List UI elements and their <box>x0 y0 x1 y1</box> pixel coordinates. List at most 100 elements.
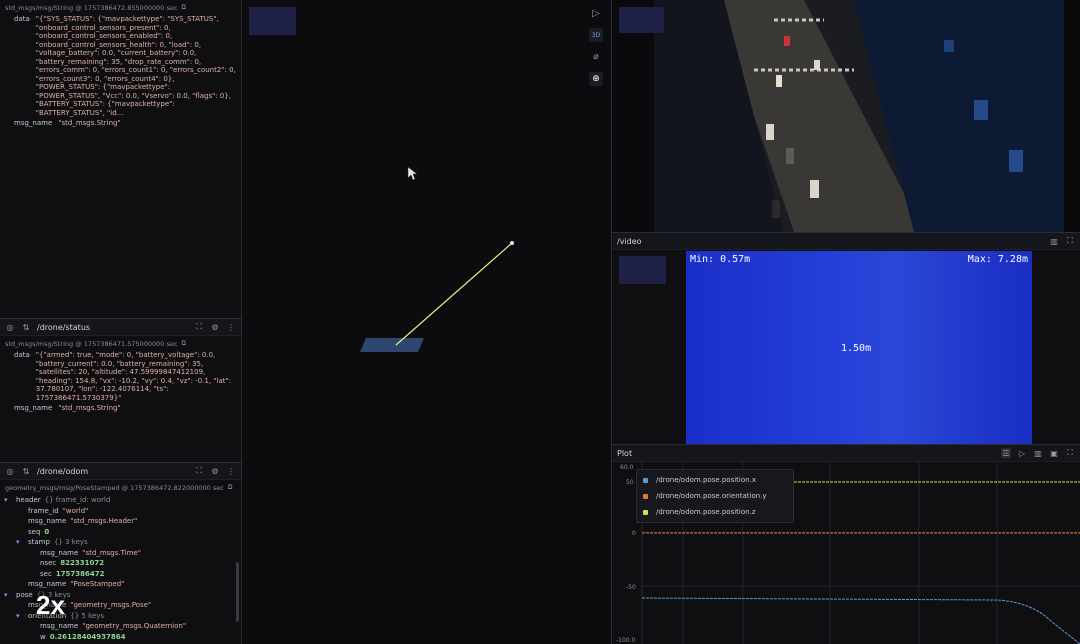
tree-key: pose <box>16 590 33 599</box>
depth-image-panel: /video ▥ ⛶ Min: 0.57m Max: 7.28m 1.50m <box>612 232 1080 444</box>
3d-view-panel[interactable]: ▷ 3D ⌀ ⊕ <box>242 0 612 644</box>
tree-key: stamp <box>28 538 50 546</box>
legend-swatch <box>643 509 648 515</box>
tree-value: 1757386472 <box>55 569 105 578</box>
data-field: data "{"armed": true, "mode": 0, "batter… <box>0 351 241 402</box>
panel-toolbar: /video ▥ ⛶ <box>612 232 1080 250</box>
aerial-night-image <box>654 0 1064 232</box>
data-key: data <box>14 351 30 359</box>
depth-center-label: 1.50m <box>841 343 872 354</box>
fullscreen-icon[interactable]: ⛶ <box>194 466 204 476</box>
copy-icon[interactable]: ⧉ <box>228 483 233 492</box>
globe-icon[interactable]: ◎ <box>5 466 15 476</box>
y-tick: -50 <box>626 584 636 591</box>
depth-min-label: Min: 0.57m <box>690 254 751 265</box>
cursor-icon <box>407 166 418 181</box>
legend-label: /drone/odom.pose.orientation.y <box>656 492 767 500</box>
depth-max-label: Max: 7.28m <box>967 254 1028 265</box>
tree-row: msg_name "std_msgs.Header" <box>4 516 241 527</box>
tree-value: "geometry_msgs.Quaternion" <box>82 622 187 630</box>
tree-value: {} 5 keys <box>70 611 105 620</box>
fullscreen-icon[interactable]: ⛶ <box>194 322 204 332</box>
topic-title[interactable]: /drone/status <box>37 323 90 332</box>
expand-toggle-icon[interactable]: ▾ <box>4 495 12 506</box>
tree-row: w 0.26128404937864 <box>4 632 241 643</box>
raw-messages-panel-sys-status: std_msgs/msg/String @ 1757386472.8550000… <box>0 0 242 318</box>
fullscreen-icon[interactable]: ⛶ <box>1065 236 1075 246</box>
msg-name-key: msg_name <box>14 404 53 412</box>
msg-name-value: "std_msgs.String" <box>58 404 121 412</box>
legend-item[interactable]: /drone/odom.pose.position.x <box>637 472 793 488</box>
panel-thumbnail <box>619 256 666 284</box>
ground-plane <box>360 338 424 352</box>
legend-swatch <box>643 493 648 499</box>
tree-key: msg_name <box>28 580 67 588</box>
tree-row: frame_id "world" <box>4 506 241 517</box>
legend-item[interactable]: /drone/odom.pose.orientation.y <box>637 488 793 504</box>
copy-icon[interactable]: ⧉ <box>181 3 186 12</box>
legend-icon[interactable]: ☰ <box>1001 448 1011 458</box>
speed-overlay: 2x <box>36 590 65 620</box>
data-value: "{"armed": true, "mode": 0, "battery_vol… <box>35 351 232 402</box>
tree-row: msg_name "std_msgs.Time" <box>4 548 241 559</box>
data-field: data "{"SYS_STATUS": {"mavpackettype": "… <box>0 15 241 117</box>
scrollbar[interactable] <box>236 562 239 622</box>
tree-row: msg_name "PoseStamped" <box>4 579 241 590</box>
panel-toolbar: Plot ☰ ▷ ▥ ▣ ⛶ <box>612 444 1080 462</box>
plot-legend: /drone/odom.pose.position.x/drone/odom.p… <box>636 469 794 523</box>
panel-toolbar: ◎ ⇅ /drone/odom ⛶ ⚙ ⋮ <box>0 462 241 480</box>
expand-toggle-icon[interactable]: ▾ <box>4 590 12 601</box>
y-tick: 0 <box>632 530 636 537</box>
message-meta: geometry_msgs/msg/PoseStamped @ 17573864… <box>5 483 224 492</box>
panel-toolbar: ◎ ⇅ /drone/status ⛶ ⚙ ⋮ <box>0 318 241 336</box>
tree-row[interactable]: ▾ stamp{} 3 keys <box>4 537 241 548</box>
legend-item[interactable]: /drone/odom.pose.position.z <box>637 504 793 520</box>
globe-icon[interactable]: ◎ <box>5 322 15 332</box>
copy-icon[interactable]: ⧉ <box>181 339 186 348</box>
plot-title[interactable]: Plot <box>617 449 632 458</box>
tree-key: header <box>16 496 41 504</box>
tree-row: seq 0 <box>4 527 241 538</box>
topic-title[interactable]: /video <box>617 237 642 246</box>
tree-value: 0.26128404937864 <box>49 632 126 641</box>
tree-value: "world" <box>62 506 89 515</box>
topic-title[interactable]: /drone/odom <box>37 467 88 476</box>
raw-messages-panel-drone-status: ◎ ⇅ /drone/status ⛶ ⚙ ⋮ std_msgs/msg/Str… <box>0 318 242 462</box>
play-icon[interactable]: ▷ <box>1017 448 1027 458</box>
sort-icon[interactable]: ⇅ <box>21 322 31 332</box>
more-icon[interactable]: ⋮ <box>226 322 236 332</box>
sort-icon[interactable]: ⇅ <box>21 466 31 476</box>
tree-row[interactable]: ▾ header{} frame_id: world <box>4 495 241 506</box>
image-icon[interactable]: ▣ <box>1049 448 1059 458</box>
split-icon[interactable]: ▥ <box>1033 448 1043 458</box>
y-tick: 50 <box>626 479 634 486</box>
legend-label: /drone/odom.pose.position.z <box>656 508 756 516</box>
tree-value: "geometry_msgs.Pose" <box>70 601 152 609</box>
tree-key: msg_name <box>40 622 79 630</box>
tree-key: w <box>40 632 46 641</box>
tree-row: sec 1757386472 <box>4 569 241 580</box>
trajectory-line <box>395 242 513 346</box>
gear-icon[interactable]: ⚙ <box>210 466 220 476</box>
more-icon[interactable]: ⋮ <box>226 466 236 476</box>
message-meta: std_msgs/msg/String @ 1757386472.8550000… <box>5 3 178 12</box>
camera-image-panel <box>612 0 1080 232</box>
gear-icon[interactable]: ⚙ <box>210 322 220 332</box>
3d-scene <box>360 166 514 352</box>
y-tick: 60.0 <box>620 464 634 471</box>
tree-row: nsec 822331072 <box>4 558 241 569</box>
fullscreen-icon[interactable]: ⛶ <box>1065 448 1075 458</box>
split-icon[interactable]: ▥ <box>1049 236 1059 246</box>
depth-image: Min: 0.57m Max: 7.28m 1.50m <box>686 251 1032 444</box>
tree-key: msg_name <box>40 548 79 557</box>
expand-toggle-icon[interactable]: ▾ <box>16 537 24 548</box>
tree-key: frame_id <box>28 506 59 515</box>
expand-toggle-icon[interactable]: ▾ <box>16 611 24 622</box>
tree-value: {} 3 keys <box>53 538 88 546</box>
